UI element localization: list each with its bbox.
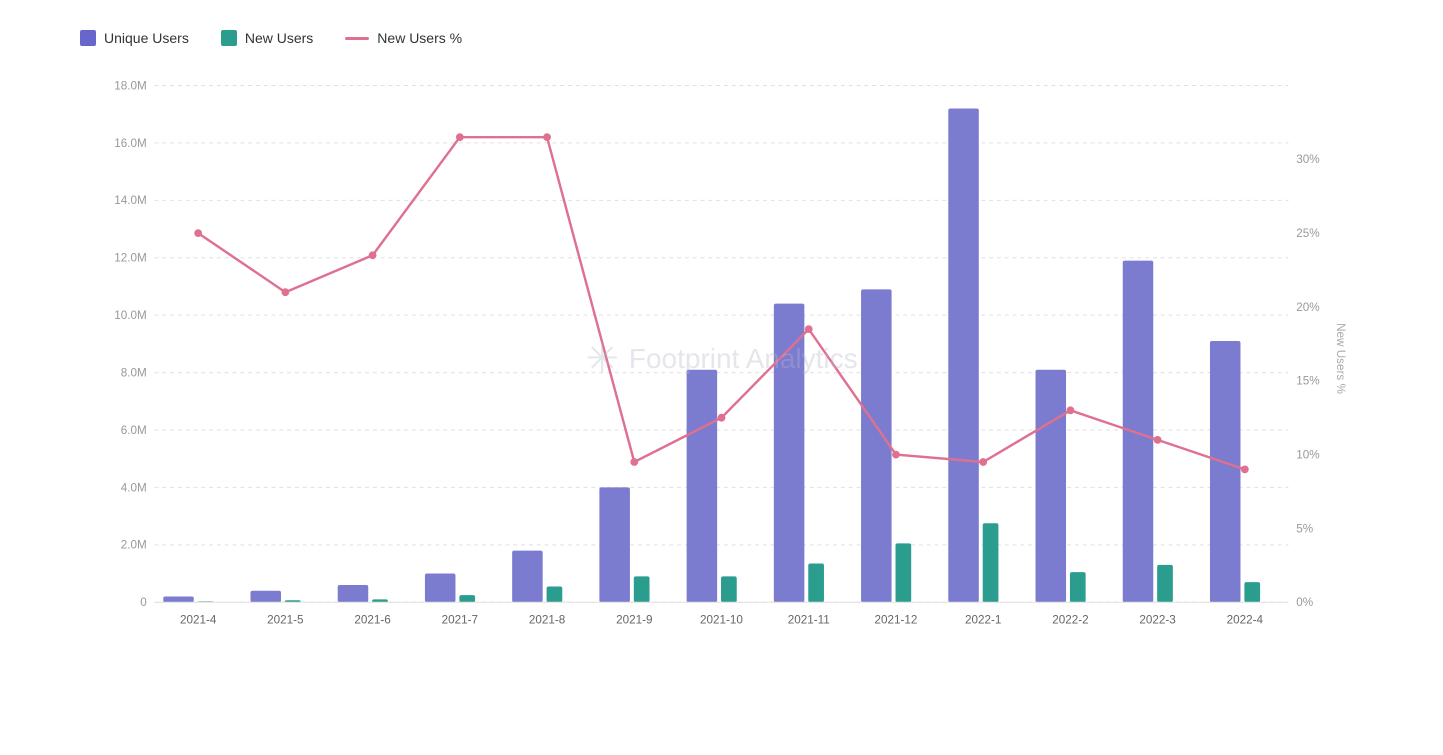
svg-text:0: 0 xyxy=(140,596,147,609)
svg-text:2022-2: 2022-2 xyxy=(1052,614,1088,627)
legend-swatch-new-pct xyxy=(345,37,369,40)
svg-text:4.0M: 4.0M xyxy=(121,481,147,494)
svg-text:2021-10: 2021-10 xyxy=(700,614,743,627)
legend-swatch-unique xyxy=(80,30,96,46)
legend-swatch-new-users xyxy=(221,30,237,46)
svg-text:20%: 20% xyxy=(1296,301,1319,314)
svg-text:5%: 5% xyxy=(1296,522,1313,535)
svg-text:6.0M: 6.0M xyxy=(121,424,147,437)
chart-legend: Unique Users New Users New Users % xyxy=(80,30,1363,46)
svg-text:16.0M: 16.0M xyxy=(114,137,146,150)
svg-text:12.0M: 12.0M xyxy=(114,252,146,265)
svg-text:14.0M: 14.0M xyxy=(114,194,146,207)
svg-text:2021-6: 2021-6 xyxy=(354,614,390,627)
svg-text:2021-8: 2021-8 xyxy=(529,614,565,627)
svg-text:2022-1: 2022-1 xyxy=(965,614,1001,627)
legend-item-new-users-pct: New Users % xyxy=(345,30,462,46)
svg-text:0%: 0% xyxy=(1296,596,1313,609)
legend-label-unique: Unique Users xyxy=(104,30,189,46)
svg-text:30%: 30% xyxy=(1296,153,1319,166)
legend-label-new-users: New Users xyxy=(245,30,313,46)
chart-container: Unique Users New Users New Users % ✳ Foo… xyxy=(0,0,1443,755)
svg-text:2022-4: 2022-4 xyxy=(1227,614,1264,627)
svg-text:2.0M: 2.0M xyxy=(121,539,147,552)
legend-item-new-users: New Users xyxy=(221,30,313,46)
chart-svg: 0 2.0M 4.0M 6.0M 8.0M 10.0M 12.0M 14.0M 16.0M 18.… xyxy=(80,66,1363,651)
svg-text:2021-7: 2021-7 xyxy=(442,614,478,627)
svg-text:2022-3: 2022-3 xyxy=(1139,614,1175,627)
svg-text:2021-4: 2021-4 xyxy=(180,614,217,627)
legend-item-unique-users: Unique Users xyxy=(80,30,189,46)
svg-text:18.0M: 18.0M xyxy=(114,79,146,92)
svg-text:New Users %: New Users % xyxy=(1334,323,1347,394)
svg-text:8.0M: 8.0M xyxy=(121,366,147,379)
chart-area: ✳ Footprint Analytics 02.0M4.0M6.0M8.0M1… xyxy=(80,66,1363,651)
svg-text:2021-5: 2021-5 xyxy=(267,614,304,627)
svg-text:25%: 25% xyxy=(1296,227,1319,240)
svg-text:10.0M: 10.0M xyxy=(114,309,146,322)
svg-text:10%: 10% xyxy=(1296,449,1319,462)
svg-text:2021-11: 2021-11 xyxy=(788,614,830,627)
svg-text:2021-9: 2021-9 xyxy=(616,614,652,627)
svg-text:2021-12: 2021-12 xyxy=(874,614,917,627)
svg-text:15%: 15% xyxy=(1296,375,1319,388)
legend-label-new-pct: New Users % xyxy=(377,30,462,46)
